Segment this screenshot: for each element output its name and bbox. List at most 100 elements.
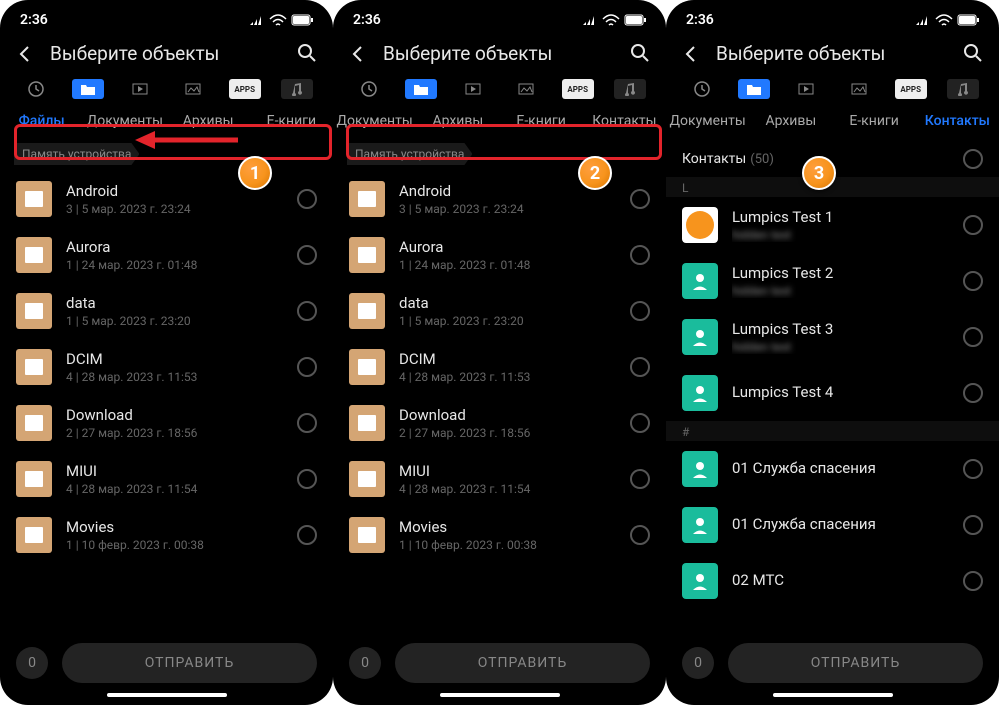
tab-recent-icon[interactable] [20,79,52,99]
item-title: Android [399,182,630,200]
tab-documents[interactable]: Документы [83,113,166,129]
list-item[interactable]: Lumpics Test 2 hidden text [666,253,999,309]
tab-image-icon[interactable] [510,79,542,99]
file-list: Android 3 | 5 мар. 2023 г. 23:24 Aurora … [333,171,666,633]
list-item[interactable]: Lumpics Test 4 [666,365,999,421]
breadcrumb[interactable]: Память устройства [14,143,139,165]
select-radio[interactable] [297,469,317,489]
tab-video-icon[interactable] [124,79,156,99]
tab-image-icon[interactable] [843,79,875,99]
tab-ebooks[interactable]: Е-книги [500,113,583,129]
list-item[interactable]: 01 Служба спасения [666,497,999,553]
tab-files-icon[interactable] [72,79,104,99]
tab-contacts[interactable]: Контакты [916,113,999,129]
select-radio[interactable] [630,245,650,265]
list-item[interactable]: Movies 1 | 10 февр. 2023 г. 00:38 [0,507,333,563]
tab-music-icon[interactable] [614,79,646,99]
select-radio[interactable] [963,459,983,479]
send-button[interactable]: ОТПРАВИТЬ [62,643,317,683]
list-item[interactable]: MIUI 4 | 28 мар. 2023 г. 11:54 [333,451,666,507]
select-radio[interactable] [297,189,317,209]
select-radio[interactable] [630,189,650,209]
tab-apps-icon[interactable]: APPS [895,79,927,99]
select-radio[interactable] [630,469,650,489]
breadcrumb[interactable]: Память устройства [347,143,472,165]
tab-ebooks[interactable]: Е-книги [833,113,916,129]
search-icon[interactable] [297,43,319,65]
tab-archives[interactable]: Архивы [749,113,832,129]
folder-icon [349,517,385,553]
folder-icon [349,349,385,385]
list-item[interactable]: Aurora 1 | 24 мар. 2023 г. 01:48 [333,227,666,283]
list-item[interactable]: 02 МТС [666,553,999,609]
select-radio[interactable] [630,525,650,545]
item-meta: 1 | 24 мар. 2023 г. 01:48 [399,258,630,272]
list-item[interactable]: Android 3 | 5 мар. 2023 г. 23:24 [333,171,666,227]
select-radio[interactable] [297,301,317,321]
list-item[interactable]: data 1 | 5 мар. 2023 г. 23:20 [333,283,666,339]
select-radio[interactable] [297,413,317,433]
select-radio[interactable] [630,301,650,321]
search-icon[interactable] [963,43,985,65]
bottom-bar: 0 ОТПРАВИТЬ [0,633,333,691]
list-item[interactable]: Download 2 | 27 мар. 2023 г. 18:56 [333,395,666,451]
tab-contacts[interactable]: Контакты [583,113,666,129]
home-indicator[interactable] [440,693,560,697]
tab-archives[interactable]: Архивы [167,113,250,129]
tab-archives[interactable]: Архивы [416,113,499,129]
tab-apps-icon[interactable]: APPS [562,79,594,99]
home-indicator[interactable] [773,693,893,697]
clock: 2:36 [686,12,714,28]
select-radio[interactable] [963,215,983,235]
tab-video-icon[interactable] [457,79,489,99]
list-item[interactable]: Android 3 | 5 мар. 2023 г. 23:24 [0,171,333,227]
tab-ebooks[interactable]: Е-книги [250,113,333,129]
status-bar: 2:36 [333,0,666,34]
select-radio[interactable] [297,357,317,377]
tab-video-icon[interactable] [790,79,822,99]
tab-files-icon[interactable] [738,79,770,99]
tab-recent-icon[interactable] [686,79,718,99]
tab-music-icon[interactable] [281,79,313,99]
select-radio[interactable] [963,515,983,535]
item-meta: 1 | 5 мар. 2023 г. 23:20 [66,314,297,328]
tab-files[interactable]: Файлы [0,113,83,129]
panel-1: 2:36 Выберите объекты APPS Фай [0,0,333,705]
list-item[interactable]: Lumpics Test 1 hidden text [666,197,999,253]
select-radio[interactable] [297,525,317,545]
header: Выберите объекты [666,34,999,79]
list-item[interactable]: MIUI 4 | 28 мар. 2023 г. 11:54 [0,451,333,507]
select-radio[interactable] [963,327,983,347]
select-radio[interactable] [963,271,983,291]
tab-apps-icon[interactable]: APPS [229,79,261,99]
list-item[interactable]: data 1 | 5 мар. 2023 г. 23:20 [0,283,333,339]
list-item[interactable]: DCIM 4 | 28 мар. 2023 г. 11:53 [333,339,666,395]
tab-documents[interactable]: Документы [333,113,416,129]
select-radio[interactable] [630,357,650,377]
select-all-radio[interactable] [963,149,983,169]
select-radio[interactable] [963,383,983,403]
search-icon[interactable] [630,43,652,65]
contacts-header[interactable]: Контакты (50) [666,141,999,177]
back-icon[interactable] [347,43,369,65]
list-item[interactable]: DCIM 4 | 28 мар. 2023 г. 11:53 [0,339,333,395]
back-icon[interactable] [680,43,702,65]
item-title: Android [66,182,297,200]
list-item[interactable]: Movies 1 | 10 февр. 2023 г. 00:38 [333,507,666,563]
tab-music-icon[interactable] [947,79,979,99]
send-button[interactable]: ОТПРАВИТЬ [395,643,650,683]
send-button[interactable]: ОТПРАВИТЬ [728,643,983,683]
select-radio[interactable] [630,413,650,433]
home-indicator[interactable] [107,693,227,697]
select-radio[interactable] [963,571,983,591]
list-item[interactable]: Aurora 1 | 24 мар. 2023 г. 01:48 [0,227,333,283]
list-item[interactable]: Lumpics Test 3 hidden text [666,309,999,365]
back-icon[interactable] [14,43,36,65]
tab-recent-icon[interactable] [353,79,385,99]
select-radio[interactable] [297,245,317,265]
tab-image-icon[interactable] [177,79,209,99]
tab-documents[interactable]: Документы [666,113,749,129]
tab-files-icon[interactable] [405,79,437,99]
list-item[interactable]: 01 Служба спасения [666,441,999,497]
list-item[interactable]: Download 2 | 27 мар. 2023 г. 18:56 [0,395,333,451]
